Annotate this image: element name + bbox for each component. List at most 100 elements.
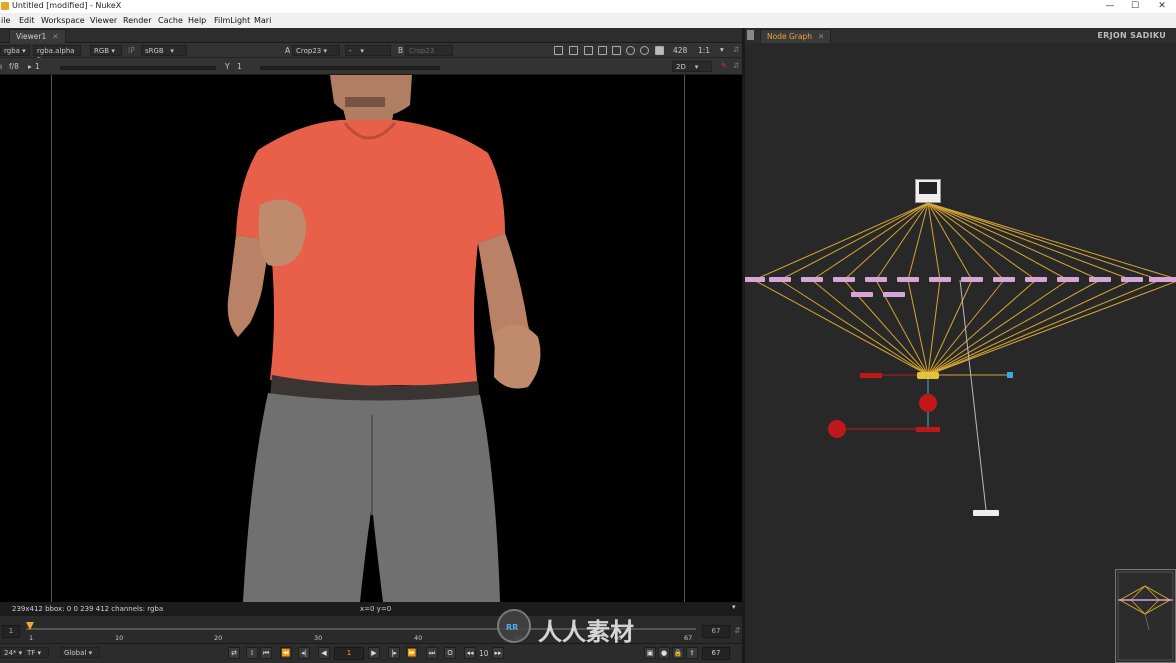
crop-node[interactable] <box>745 277 765 282</box>
ratio-dropdown[interactable]: 1:1 <box>698 46 710 55</box>
view-mode-dropdown[interactable]: 2D ▾ <box>672 61 712 72</box>
crop-node[interactable] <box>993 277 1015 282</box>
maximize-button[interactable]: ☐ <box>1124 0 1146 13</box>
crop-node[interactable] <box>1121 277 1143 282</box>
gamma-value[interactable]: 1 <box>237 62 242 71</box>
viewer-canvas[interactable] <box>0 75 742 602</box>
crop-node-secondary[interactable] <box>883 292 905 297</box>
node-graph-canvas[interactable] <box>745 43 1176 663</box>
input-b-dropdown[interactable]: Crop23 <box>405 45 453 56</box>
menu-filmlight[interactable]: FilmLight <box>214 16 250 25</box>
end-frame-field[interactable]: 67 <box>702 647 730 660</box>
close-icon[interactable]: ✕ <box>52 32 58 41</box>
crop-node[interactable] <box>929 277 951 282</box>
roi-icon[interactable] <box>554 46 563 55</box>
menu-workspace[interactable]: Workspace <box>41 16 85 25</box>
channels-dropdown[interactable]: rgba ▾ <box>0 45 30 56</box>
timeline-start-field[interactable]: 1 <box>2 625 20 638</box>
gamma-slider[interactable] <box>260 66 440 70</box>
menu-help[interactable]: Help <box>188 16 206 25</box>
menu-mari[interactable]: Mari <box>254 16 271 25</box>
skip-forward-icon[interactable]: ▸▸ <box>492 647 504 659</box>
lut-dropdown[interactable]: sRGB ▾ <box>141 45 187 56</box>
alpha-dropdown[interactable]: rgba.alpha ▾ <box>33 45 81 63</box>
prev-frame-icon[interactable]: ◂| <box>298 647 310 659</box>
play-forward-icon[interactable]: ▶ <box>368 647 380 659</box>
first-frame-icon[interactable]: ⏮ <box>260 647 272 659</box>
panel-options-icon-2[interactable]: ⇵ <box>733 61 739 70</box>
zoom-readout[interactable]: 428 <box>673 46 687 55</box>
proxy-icon[interactable] <box>584 46 593 55</box>
crop-node[interactable] <box>961 277 983 282</box>
red-input-node[interactable] <box>860 373 882 378</box>
export-icon[interactable]: ⇪ <box>686 647 698 659</box>
read-node[interactable] <box>915 179 941 203</box>
menu-viewer[interactable]: Viewer <box>90 16 117 25</box>
overlay-icon[interactable] <box>612 46 621 55</box>
crop-node[interactable] <box>865 277 887 282</box>
triangle-down-icon[interactable]: ▾ <box>732 603 736 611</box>
menu-cache[interactable]: Cache <box>158 16 183 25</box>
node-graph-wires <box>753 202 1176 511</box>
blend-mode-dropdown[interactable]: - ▾ <box>345 45 391 56</box>
ip-toggle[interactable]: IP <box>128 46 135 55</box>
menu-render[interactable]: Render <box>123 16 151 25</box>
play-backward-icon[interactable]: ◀ <box>318 647 330 659</box>
crop-node[interactable] <box>1089 277 1111 282</box>
gain-value[interactable]: 1 <box>35 62 40 71</box>
node-graph-minimap[interactable] <box>1115 569 1176 663</box>
crop-node[interactable] <box>1025 277 1047 282</box>
display-rgb-dropdown[interactable]: RGB ▾ <box>90 45 122 56</box>
fstop-value[interactable]: f/8 <box>9 62 19 71</box>
monitor-out-icon[interactable]: ▣ <box>644 647 656 659</box>
red-node[interactable] <box>916 427 940 432</box>
timeline-options-icon[interactable]: ⇵ <box>734 626 741 635</box>
timecode-dropdown[interactable]: TF ▾ <box>23 647 49 658</box>
close-window-button[interactable]: ✕ <box>1151 0 1173 13</box>
next-frame-icon[interactable]: |▸ <box>388 647 400 659</box>
refresh-icon[interactable] <box>626 46 635 55</box>
range-scope-dropdown[interactable]: Global ▾ <box>60 647 100 658</box>
timeline-end-field[interactable]: 67 <box>702 625 730 638</box>
crop-node[interactable] <box>769 277 791 282</box>
crop-node[interactable] <box>1149 277 1171 282</box>
minimize-button[interactable]: — <box>1099 0 1121 13</box>
current-frame-field[interactable]: 1 <box>334 647 364 660</box>
prev-keyframe-icon[interactable]: ⏪ <box>280 647 292 659</box>
merge-node[interactable] <box>917 372 939 379</box>
menu-edit[interactable]: Edit <box>19 16 35 25</box>
tab-node-graph[interactable]: Node Graph ✕ <box>760 29 832 43</box>
chevron-down-icon[interactable]: ▾ <box>720 45 724 54</box>
crop-node[interactable] <box>1169 277 1176 282</box>
in-point-icon[interactable]: I <box>246 647 258 659</box>
last-frame-icon[interactable]: ⏭ <box>426 647 438 659</box>
region-icon[interactable] <box>569 46 578 55</box>
render-icon[interactable] <box>640 46 649 55</box>
close-icon[interactable]: ✕ <box>818 32 824 41</box>
crop-node[interactable] <box>833 277 855 282</box>
pause-icon[interactable] <box>655 46 664 55</box>
write-node[interactable] <box>973 510 999 516</box>
out-point-icon[interactable]: O <box>444 647 456 659</box>
lock-icon[interactable]: 🔒 <box>672 647 684 659</box>
crop-node-secondary[interactable] <box>851 292 873 297</box>
record-icon[interactable]: ● <box>658 647 670 659</box>
panel-options-icon[interactable]: ⇵ <box>733 45 739 54</box>
output-arrow-node[interactable] <box>1007 372 1013 378</box>
gain-slider[interactable] <box>60 66 216 70</box>
menu-file[interactable]: ile <box>1 16 10 25</box>
crop-node[interactable] <box>897 277 919 282</box>
dot-node-red[interactable] <box>919 394 937 412</box>
frame-increment[interactable]: 10 <box>479 649 489 658</box>
dot-node-red-2[interactable] <box>828 420 846 438</box>
skip-back-icon[interactable]: ◂◂ <box>464 647 476 659</box>
panel-menu-icon[interactable] <box>747 30 754 40</box>
pencil-icon[interactable]: ✎ <box>721 61 727 70</box>
crop-node[interactable] <box>801 277 823 282</box>
next-keyframe-icon[interactable]: ⏩ <box>406 647 418 659</box>
input-a-dropdown[interactable]: Crop23 ▾ <box>292 45 340 56</box>
loop-mode-icon[interactable]: ⇄ <box>228 647 240 659</box>
tab-viewer1[interactable]: Viewer1 ✕ <box>9 29 66 43</box>
clipping-icon[interactable] <box>598 46 607 55</box>
crop-node[interactable] <box>1057 277 1079 282</box>
